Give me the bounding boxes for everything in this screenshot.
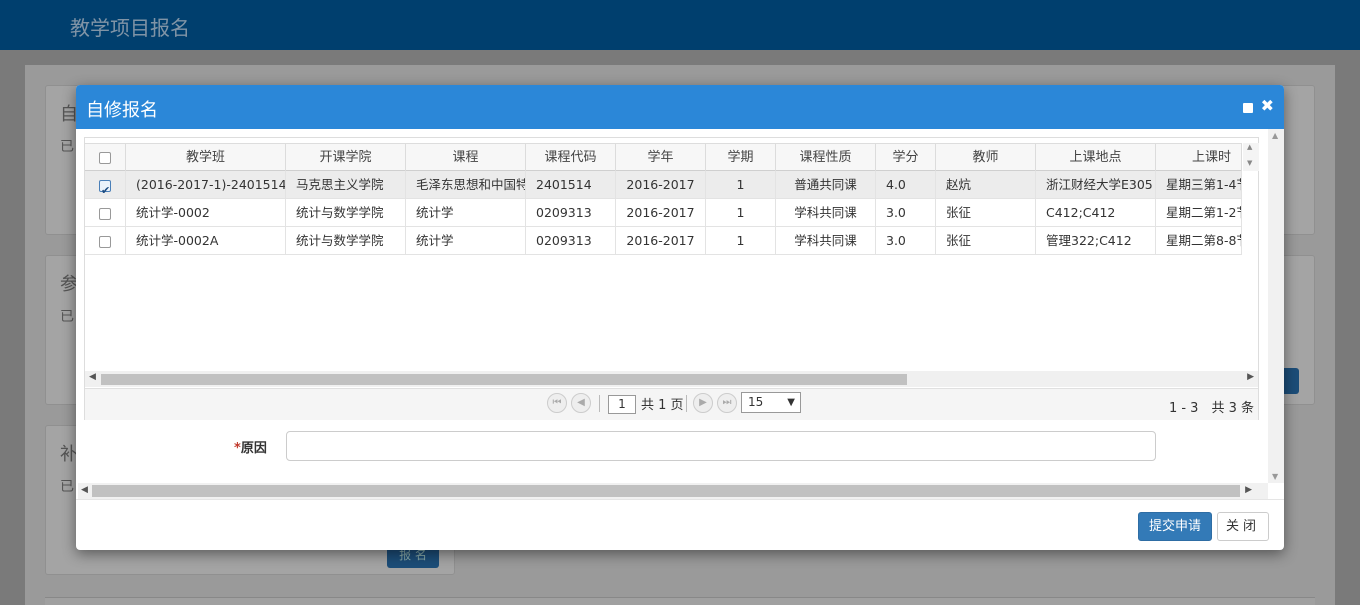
col-header[interactable]: 课程	[406, 144, 526, 171]
row-checkbox[interactable]	[99, 235, 111, 248]
col-header[interactable]: 课程代码	[526, 144, 616, 171]
select-all-header	[85, 144, 126, 171]
col-header[interactable]: 开课学院	[286, 144, 406, 171]
scroll-left-icon[interactable]: ◀	[81, 485, 88, 495]
bg-panel-sub: 已	[60, 479, 74, 495]
table-cell: 学科共同课	[776, 199, 876, 226]
grid-horizontal-scrollbar[interactable]: ◀ ▶	[85, 371, 1258, 387]
modal-horizontal-scrollbar[interactable]: ◀ ▶	[78, 483, 1268, 499]
table-cell: 1	[706, 171, 776, 198]
maximize-icon[interactable]	[1242, 103, 1253, 113]
col-header[interactable]: 上课时	[1156, 144, 1242, 171]
pager-separator	[686, 395, 687, 412]
col-header[interactable]: 课程性质	[776, 144, 876, 171]
table-cell: 毛泽东思想和中国特色社会主义理论体系概论	[406, 171, 526, 198]
table-cell: 张征	[936, 227, 1036, 254]
scroll-right-icon[interactable]: ▶	[1247, 372, 1254, 382]
table-cell: 0209313	[526, 199, 616, 226]
close-button[interactable]: 关闭	[1217, 512, 1269, 541]
table-cell: 1	[706, 199, 776, 226]
bg-panel-sub: 已	[60, 139, 74, 155]
table-row[interactable]: 统计学-0002 统计与数学学院 统计学 0209313 2016-2017 1 学科共同课…	[85, 199, 1242, 227]
record-count-info: 1 - 3 共 3 条	[1168, 401, 1254, 416]
row-checkbox[interactable]	[99, 177, 111, 198]
scroll-thumb[interactable]	[101, 374, 907, 385]
table-cell: 2016-2017	[616, 227, 706, 254]
row-select-cell	[85, 171, 126, 198]
grid-header: 教学班 开课学院 课程 课程代码 学年 学期 课程性质 学分 教师 上课地点 上…	[85, 143, 1242, 171]
table-cell: 张征	[936, 199, 1036, 226]
col-header[interactable]: 教师	[936, 144, 1036, 171]
table-cell: 统计学-0002A	[126, 227, 286, 254]
page-number-input[interactable]: 1	[608, 395, 636, 414]
submit-application-button[interactable]: 提交申请	[1138, 512, 1212, 541]
table-cell: 2016-2017	[616, 171, 706, 198]
table-cell: (2016-2017-1)-2401514-1	[126, 171, 286, 198]
table-row[interactable]: 统计学-0002A 统计与数学学院 统计学 0209313 2016-2017 1 学科共同…	[85, 227, 1242, 255]
table-cell: 4.0	[876, 171, 936, 198]
chevron-down-icon: ▼	[787, 397, 795, 408]
self-study-signup-modal: 自修报名 ✖ 教学班 开课学院 课程 课程代码 学年 学期 课程性质 学分 教师…	[76, 85, 1284, 550]
col-header[interactable]: 学期	[706, 144, 776, 171]
bg-bottom-table	[45, 597, 1315, 605]
table-cell: 马克思主义学院	[286, 171, 406, 198]
modal-header: 自修报名 ✖	[76, 85, 1284, 129]
table-cell: 0209313	[526, 227, 616, 254]
last-page-icon[interactable]: ⏭	[717, 393, 737, 413]
next-page-icon[interactable]: ▶	[693, 393, 713, 413]
row-select-cell	[85, 199, 126, 226]
table-cell: 赵炕	[936, 171, 1036, 198]
table-cell: 统计学-0002	[126, 199, 286, 226]
table-cell: 统计与数学学院	[286, 199, 406, 226]
table-cell: 1	[706, 227, 776, 254]
grid-rows: (2016-2017-1)-2401514-1马克思主义学院毛泽东思想和中国特色…	[85, 171, 1242, 255]
table-cell: 2401514	[526, 171, 616, 198]
page-size-select[interactable]: 15 ▼	[741, 392, 801, 413]
modal-vertical-scrollbar[interactable]: ▲ ▼	[1268, 129, 1284, 483]
table-cell: 星期二第8-8节{1	[1156, 227, 1242, 254]
modal-title: 自修报名	[86, 100, 158, 121]
grid-pager: ⏮ ◀ 1 共 1 页 ▶ ⏭ 15 ▼ 1 - 3 共 3 条	[85, 388, 1258, 420]
course-grid: 教学班 开课学院 课程 课程代码 学年 学期 课程性质 学分 教师 上课地点 上…	[84, 137, 1259, 420]
table-cell: C412;C412	[1036, 199, 1156, 226]
prev-page-icon[interactable]: ◀	[571, 393, 591, 413]
scroll-right-icon[interactable]: ▶	[1245, 485, 1252, 495]
reason-label: *原因	[234, 441, 267, 456]
reason-input[interactable]	[286, 431, 1156, 461]
table-cell: 星期二第1-2节{1	[1156, 199, 1242, 226]
pager-separator	[599, 395, 600, 412]
table-cell: 星期三第1-4节{2	[1156, 171, 1242, 198]
scroll-left-icon[interactable]: ◀	[89, 372, 96, 382]
table-cell: 浙江财经大学E305	[1036, 171, 1156, 198]
col-header[interactable]: 教学班	[126, 144, 286, 171]
modal-body: 教学班 开课学院 课程 课程代码 学年 学期 课程性质 学分 教师 上课地点 上…	[84, 137, 1268, 495]
total-pages-text: 共 1 页	[641, 398, 684, 413]
table-cell: 普通共同课	[776, 171, 876, 198]
bg-panel-sub: 已	[60, 309, 74, 325]
table-cell: 2016-2017	[616, 199, 706, 226]
table-cell: 统计学	[406, 227, 526, 254]
table-row[interactable]: (2016-2017-1)-2401514-1马克思主义学院毛泽东思想和中国特色…	[85, 171, 1242, 199]
table-cell: 3.0	[876, 199, 936, 226]
table-cell: 学科共同课	[776, 227, 876, 254]
col-header[interactable]: 上课地点	[1036, 144, 1156, 171]
row-checkbox[interactable]	[99, 207, 111, 220]
app-header: 教学项目报名	[0, 0, 1360, 50]
modal-footer: 提交申请 关闭	[76, 499, 1284, 550]
table-cell: 3.0	[876, 227, 936, 254]
close-icon[interactable]: ✖	[1261, 97, 1274, 115]
col-header[interactable]: 学年	[616, 144, 706, 171]
scroll-thumb[interactable]	[92, 485, 1240, 497]
table-cell: 管理322;C412	[1036, 227, 1156, 254]
select-all-checkbox[interactable]	[99, 151, 111, 164]
row-select-cell	[85, 227, 126, 254]
first-page-icon[interactable]: ⏮	[547, 393, 567, 413]
app-title: 教学项目报名	[70, 16, 190, 40]
col-header[interactable]: 学分	[876, 144, 936, 171]
table-cell: 统计与数学学院	[286, 227, 406, 254]
grid-header-scroll[interactable]: ▲ ▼	[1243, 143, 1259, 171]
table-cell: 统计学	[406, 199, 526, 226]
